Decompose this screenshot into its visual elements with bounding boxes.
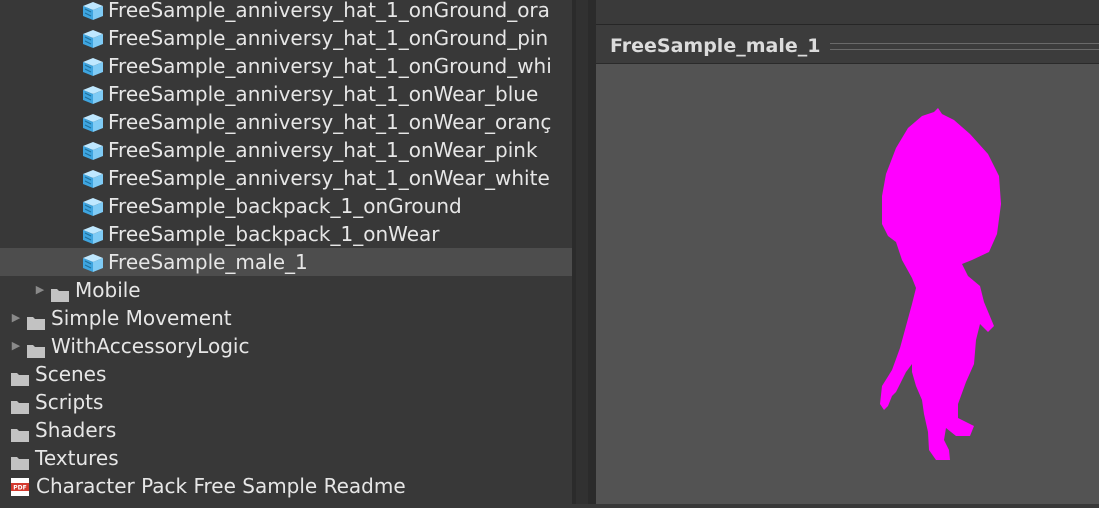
folder-row[interactable]: Shaders bbox=[0, 416, 572, 444]
row-label: FreeSample_anniversy_hat_1_onGround_pin bbox=[108, 26, 549, 50]
folder-row[interactable]: Textures bbox=[0, 444, 572, 472]
inspector-toolbar bbox=[596, 0, 1099, 25]
row-label: Scripts bbox=[35, 390, 104, 414]
prefab-icon bbox=[82, 224, 104, 244]
folder-row[interactable]: ▶ Simple Movement bbox=[0, 304, 572, 332]
asset-row[interactable]: FreeSample_anniversy_hat_1_onGround_pin bbox=[0, 24, 572, 52]
asset-row[interactable]: FreeSample_backpack_1_onWear bbox=[0, 220, 572, 248]
preview-header[interactable]: FreeSample_male_1 bbox=[596, 29, 1099, 64]
asset-row[interactable]: FreeSample_male_1 bbox=[0, 248, 572, 276]
folder-icon bbox=[10, 366, 30, 386]
folder-row[interactable]: Scripts bbox=[0, 388, 572, 416]
asset-row[interactable]: FreeSample_anniversy_hat_1_onWear_oranç bbox=[0, 108, 572, 136]
row-label: Scenes bbox=[35, 362, 107, 386]
prefab-icon bbox=[82, 252, 104, 272]
asset-row[interactable]: PDF Character Pack Free Sample Readme bbox=[0, 472, 572, 500]
row-label: FreeSample_anniversy_hat_1_onGround_whi bbox=[108, 54, 552, 78]
row-label: FreeSample_backpack_1_onWear bbox=[108, 222, 440, 246]
svg-text:PDF: PDF bbox=[13, 485, 26, 492]
row-label: FreeSample_backpack_1_onGround bbox=[108, 194, 462, 218]
folder-row[interactable]: ▶ Mobile bbox=[0, 276, 572, 304]
expand-arrow-icon[interactable]: ▶ bbox=[10, 312, 22, 324]
preview-header-rule bbox=[830, 42, 1099, 50]
project-panel: FreeSample_anniversy_hat_1_onGround_ora F… bbox=[0, 0, 572, 504]
prefab-icon bbox=[82, 140, 104, 160]
model-preview-viewport[interactable] bbox=[596, 64, 1099, 504]
row-label: WithAccessoryLogic bbox=[51, 334, 250, 358]
row-label: Textures bbox=[35, 446, 119, 470]
prefab-icon bbox=[82, 56, 104, 76]
prefab-icon bbox=[82, 28, 104, 48]
row-label: Mobile bbox=[75, 278, 141, 302]
character-model-silhouette[interactable] bbox=[596, 64, 1099, 504]
row-label: Character Pack Free Sample Readme bbox=[36, 474, 406, 498]
preview-title: FreeSample_male_1 bbox=[610, 35, 821, 57]
asset-row[interactable]: FreeSample_anniversy_hat_1_onWear_blue bbox=[0, 80, 572, 108]
folder-row[interactable]: Scenes bbox=[0, 360, 572, 388]
folder-icon bbox=[50, 282, 70, 302]
prefab-icon bbox=[82, 168, 104, 188]
pdf-icon: PDF bbox=[10, 476, 30, 496]
folder-icon bbox=[26, 310, 46, 330]
row-label: Simple Movement bbox=[51, 306, 232, 330]
inspector-panel: FreeSample_male_1 bbox=[596, 0, 1099, 504]
expand-arrow-icon[interactable]: ▶ bbox=[10, 340, 22, 352]
folder-icon bbox=[10, 394, 30, 414]
row-label: FreeSample_anniversy_hat_1_onWear_white bbox=[108, 166, 550, 190]
prefab-icon bbox=[82, 196, 104, 216]
asset-row[interactable]: FreeSample_backpack_1_onGround bbox=[0, 192, 572, 220]
prefab-icon bbox=[82, 84, 104, 104]
row-label: FreeSample_anniversy_hat_1_onGround_ora bbox=[108, 0, 550, 22]
folder-icon bbox=[10, 422, 30, 442]
expand-arrow-icon[interactable]: ▶ bbox=[34, 284, 46, 296]
folder-icon bbox=[10, 450, 30, 470]
row-label: Shaders bbox=[35, 418, 117, 442]
folder-row[interactable]: ▶ WithAccessoryLogic bbox=[0, 332, 572, 360]
prefab-icon bbox=[82, 0, 104, 20]
folder-icon bbox=[26, 338, 46, 358]
row-label: FreeSample_anniversy_hat_1_onWear_pink bbox=[108, 138, 538, 162]
asset-row[interactable]: FreeSample_anniversy_hat_1_onGround_ora bbox=[0, 0, 572, 24]
asset-row[interactable]: FreeSample_anniversy_hat_1_onWear_pink bbox=[0, 136, 572, 164]
asset-row[interactable]: FreeSample_anniversy_hat_1_onWear_white bbox=[0, 164, 572, 192]
prefab-icon bbox=[82, 112, 104, 132]
panel-splitter[interactable] bbox=[572, 0, 596, 504]
row-label: FreeSample_male_1 bbox=[108, 250, 308, 274]
asset-row[interactable]: FreeSample_anniversy_hat_1_onGround_whi bbox=[0, 52, 572, 80]
row-label: FreeSample_anniversy_hat_1_onWear_oranç bbox=[108, 110, 552, 134]
row-label: FreeSample_anniversy_hat_1_onWear_blue bbox=[108, 82, 539, 106]
